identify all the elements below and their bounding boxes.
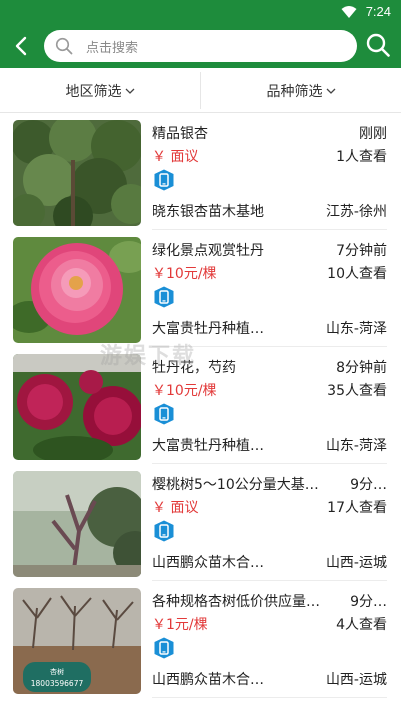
- listing-thumbnail: [13, 237, 141, 343]
- chevron-down-icon: [125, 88, 134, 94]
- listing-thumbnail: [13, 471, 141, 577]
- listing-time: 刚刚: [359, 126, 387, 142]
- listing-time: 9分…: [350, 594, 387, 610]
- listing-company: 大富贵牡丹种植…: [152, 438, 264, 454]
- listing-region: 山东-菏泽: [325, 321, 387, 337]
- region-filter-button[interactable]: 地区筛选: [0, 68, 200, 113]
- thumb-label: 杏树: [50, 667, 64, 676]
- listing-company: 山西鹏众苗木合…: [152, 672, 264, 688]
- listing-region: 山东-菏泽: [325, 438, 387, 454]
- status-bar: 7:24: [0, 0, 401, 24]
- listing-views: 4人查看: [336, 617, 387, 633]
- listing-time: 9分…: [350, 477, 387, 493]
- back-arrow-icon[interactable]: [8, 32, 36, 60]
- listing-views: 35人查看: [327, 383, 387, 399]
- variety-filter-label: 品种筛选: [266, 83, 323, 100]
- list-item[interactable]: 精品银杏 刚刚 ￥ 面议 1人查看 晓东银杏苗木基地 江苏-徐州: [0, 113, 401, 230]
- listing-price: ￥ 面议: [152, 149, 199, 165]
- listing-region: 山西-运城: [325, 555, 387, 571]
- listing-price: ￥10元/棵: [152, 383, 217, 399]
- watermark-text: 游娱下载: [100, 344, 197, 369]
- listing-region: 山西-运城: [325, 672, 387, 688]
- chevron-down-icon: [326, 88, 335, 94]
- search-icon[interactable]: [365, 32, 391, 58]
- thumb-phone: 18003596677: [31, 679, 84, 688]
- listing-company: 晓东银杏苗木基地: [152, 204, 264, 220]
- list-item[interactable]: 杏树 18003596677 各种规格杏树低价供应量… 9分… ￥1元/棵 4人…: [0, 581, 401, 698]
- search-placeholder: 点击搜索: [86, 41, 139, 56]
- phone-badge-icon[interactable]: [154, 169, 174, 191]
- list-item[interactable]: 绿化景点观赏牡丹 7分钟前 ￥10元/棵 10人查看 大富贵牡丹种植… 山东-菏…: [0, 230, 401, 347]
- phone-badge-icon[interactable]: [154, 286, 174, 308]
- listing-thumbnail: [13, 120, 141, 226]
- listing-views: 1人查看: [336, 149, 387, 165]
- listing-company: 大富贵牡丹种植…: [152, 321, 264, 337]
- listing-region: 江苏-徐州: [325, 204, 387, 220]
- listing-title: 樱桃树5～10公分量大基…: [152, 477, 319, 493]
- search-field-icon: [55, 37, 73, 55]
- listing-company: 山西鹏众苗木合…: [152, 555, 264, 571]
- status-time: 7:24: [365, 4, 391, 19]
- list-item[interactable]: 牡丹花，芍药 8分钟前 ￥10元/棵 35人查看 大富贵牡丹种植… 山东-菏泽: [0, 347, 401, 464]
- listing-views: 10人查看: [327, 266, 387, 282]
- list-item[interactable]: 樱桃树5～10公分量大基… 9分… ￥ 面议 17人查看 山西鹏众苗木合… 山西…: [0, 464, 401, 581]
- watermark: 游娱下载: [100, 338, 196, 370]
- phone-badge-icon[interactable]: [154, 520, 174, 542]
- filter-bar: 地区筛选 品种筛选: [0, 68, 401, 113]
- listing-time: 8分钟前: [336, 360, 387, 376]
- region-filter-label: 地区筛选: [65, 83, 122, 100]
- wifi-icon: [341, 6, 357, 18]
- divider: [152, 697, 387, 698]
- listing-title: 各种规格杏树低价供应量…: [152, 594, 320, 610]
- listing-price: ￥1元/棵: [152, 617, 208, 633]
- listing-time: 7分钟前: [336, 243, 387, 259]
- variety-filter-button[interactable]: 品种筛选: [201, 68, 401, 113]
- search-input[interactable]: 点击搜索: [44, 30, 357, 62]
- listing-price: ￥10元/棵: [152, 266, 217, 282]
- listing-title: 绿化景点观赏牡丹: [152, 243, 264, 259]
- listing-price: ￥ 面议: [152, 500, 199, 516]
- listing-views: 17人查看: [327, 500, 387, 516]
- phone-badge-icon[interactable]: [154, 637, 174, 659]
- top-bar: 点击搜索: [0, 24, 401, 68]
- listing-thumbnail: 杏树 18003596677: [13, 588, 141, 694]
- phone-badge-icon[interactable]: [154, 403, 174, 425]
- listing-title: 精品银杏: [152, 126, 208, 142]
